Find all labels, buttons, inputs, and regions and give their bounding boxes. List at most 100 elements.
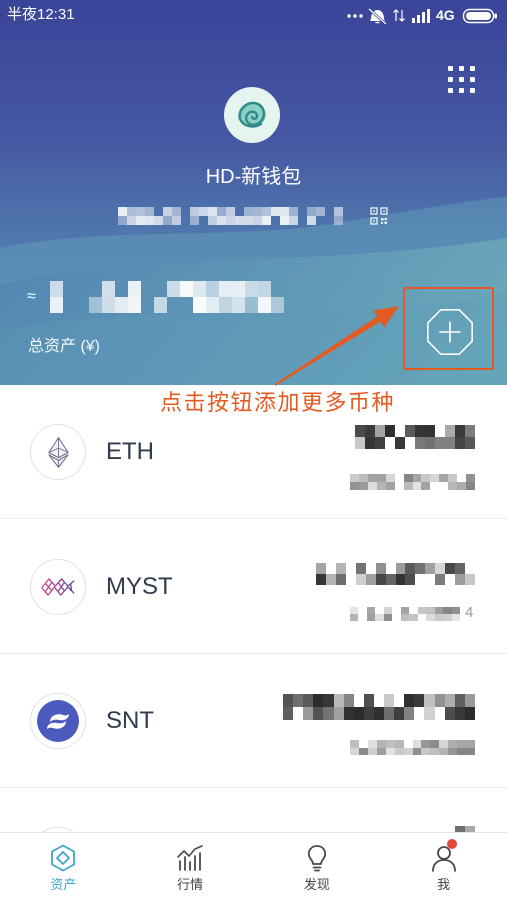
mosaic-cell <box>409 607 417 614</box>
mosaic-cell <box>444 694 455 707</box>
mosaic-cell <box>258 281 271 297</box>
mosaic-cell <box>353 707 364 720</box>
mosaic-cell <box>167 281 180 297</box>
mosaic-cell <box>415 425 425 437</box>
more-notifications-icon <box>347 14 363 18</box>
mosaic-cell <box>350 747 359 755</box>
mosaic-cell <box>465 437 475 449</box>
mosaic-cell <box>334 216 343 225</box>
mosaic-cell <box>262 216 271 225</box>
mosaic-cell <box>208 216 217 225</box>
mosaic-cell <box>271 207 280 216</box>
mosaic-cell <box>145 207 154 216</box>
mosaic-cell <box>141 297 154 313</box>
mosaic-cell <box>457 474 466 482</box>
mosaic-cell <box>375 574 386 585</box>
mosaic-cell <box>435 563 446 574</box>
grid-menu-icon[interactable] <box>445 63 477 95</box>
mosaic-cell <box>217 216 226 225</box>
mosaic-cell <box>115 281 128 297</box>
mosaic-cell <box>128 297 141 313</box>
mosaic-cell <box>439 740 449 748</box>
mosaic-cell <box>454 694 465 707</box>
mosaic-cell <box>454 707 465 720</box>
mosaic-cell <box>253 216 262 225</box>
mosaic-cell <box>403 482 413 490</box>
mosaic-cell <box>414 707 424 720</box>
tab-assets[interactable]: 资产 <box>0 833 127 898</box>
mosaic-cell <box>426 607 435 614</box>
mosaic-cell <box>394 747 404 755</box>
wallet-avatar[interactable] <box>223 86 281 144</box>
tab-profile[interactable]: 我 <box>380 833 507 898</box>
mosaic-cell <box>289 207 298 216</box>
mosaic-cell <box>394 740 404 748</box>
token-row-myst[interactable]: MYST 4 <box>0 520 507 654</box>
tab-discover[interactable]: 发现 <box>254 833 381 898</box>
mosaic-cell <box>451 614 460 621</box>
mosaic-cell <box>307 216 316 225</box>
mosaic-cell <box>403 747 413 755</box>
network-type: 4G <box>436 7 455 23</box>
mosaic-cell <box>262 207 271 216</box>
mosaic-cell <box>118 207 127 216</box>
mosaic-cell <box>412 482 422 490</box>
token-row-snt[interactable]: SNT <box>0 654 507 788</box>
mosaic-cell <box>455 563 466 574</box>
mosaic-cell <box>226 207 235 216</box>
mosaic-cell <box>465 563 475 574</box>
mosaic-cell <box>415 574 425 585</box>
mosaic-cell <box>193 281 206 297</box>
mosaic-cell <box>373 707 385 720</box>
mosaic-cell <box>367 482 377 490</box>
blurred-token-balance <box>316 563 475 585</box>
mosaic-cell <box>355 425 365 437</box>
mosaic-cell <box>464 707 475 720</box>
mosaic-cell <box>89 297 102 313</box>
mosaic-cell <box>283 707 294 720</box>
signal-strength-icon <box>412 9 430 23</box>
mosaic-cell <box>235 207 244 216</box>
mosaic-cell <box>190 216 199 225</box>
mosaic-cell <box>208 207 217 216</box>
mosaic-cell <box>384 707 395 720</box>
mosaic-cell <box>412 747 422 755</box>
mosaic-cell <box>385 574 396 585</box>
mosaic-cell <box>395 574 406 585</box>
mosaic-cell <box>219 281 232 297</box>
token-symbol: ETH <box>106 438 154 465</box>
mosaic-cell <box>258 297 271 313</box>
mosaic-cell <box>421 474 431 482</box>
mosaic-cell <box>430 482 439 490</box>
mosaic-cell <box>404 740 413 748</box>
eth-icon <box>30 424 86 480</box>
mosaic-cell <box>375 425 385 437</box>
mosaic-cell <box>128 281 141 297</box>
tab-market[interactable]: 行情 <box>127 833 254 898</box>
mosaic-cell <box>403 474 413 482</box>
mosaic-cell <box>392 607 400 614</box>
mosaic-cell <box>219 297 232 313</box>
mosaic-cell <box>376 747 386 755</box>
tab-label: 发现 <box>303 877 330 892</box>
mosaic-cell <box>445 563 456 574</box>
mosaic-cell <box>430 747 440 755</box>
blurred-wallet-address[interactable] <box>118 207 352 225</box>
mosaic-cell <box>232 281 245 297</box>
mosaic-cell <box>154 216 163 225</box>
mosaic-cell <box>118 216 127 225</box>
mosaic-cell <box>365 574 376 585</box>
mosaic-cell <box>136 216 145 225</box>
mosaic-cell <box>293 694 304 707</box>
mosaic-cell <box>350 482 359 490</box>
qr-code-icon[interactable] <box>370 207 388 225</box>
mosaic-cell <box>343 207 352 216</box>
mosaic-cell <box>190 207 199 216</box>
mosaic-cell <box>89 281 102 297</box>
token-list: ETH MYST 4 SNT <box>0 385 507 898</box>
battery-icon <box>462 8 497 24</box>
mosaic-cell <box>448 740 458 748</box>
mosaic-cell <box>392 614 400 621</box>
mosaic-cell <box>163 207 172 216</box>
mosaic-cell <box>383 607 393 614</box>
